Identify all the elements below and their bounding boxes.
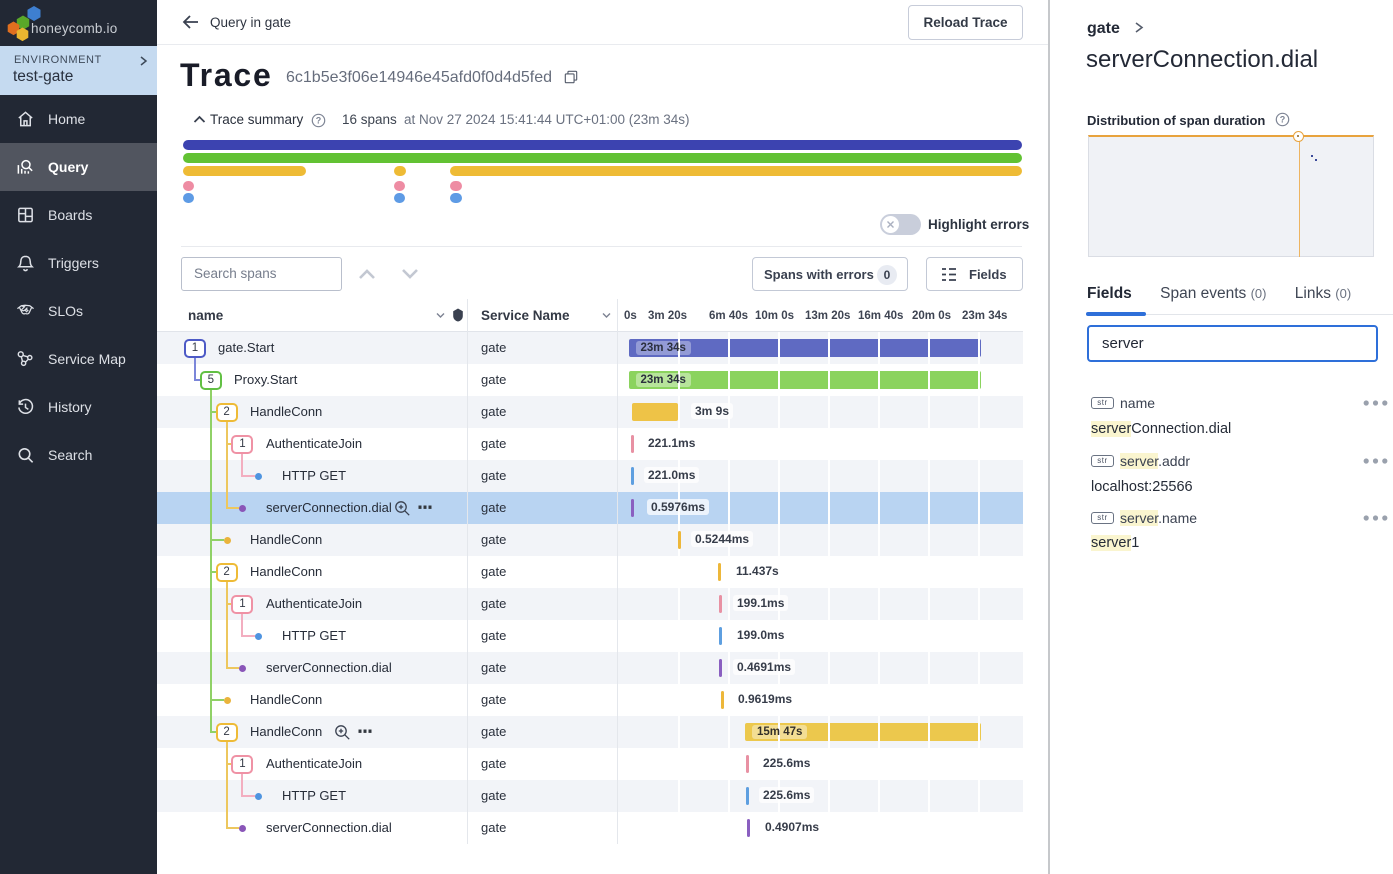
svg-text:?: ? xyxy=(1280,115,1286,125)
svg-text:?: ? xyxy=(316,116,322,126)
